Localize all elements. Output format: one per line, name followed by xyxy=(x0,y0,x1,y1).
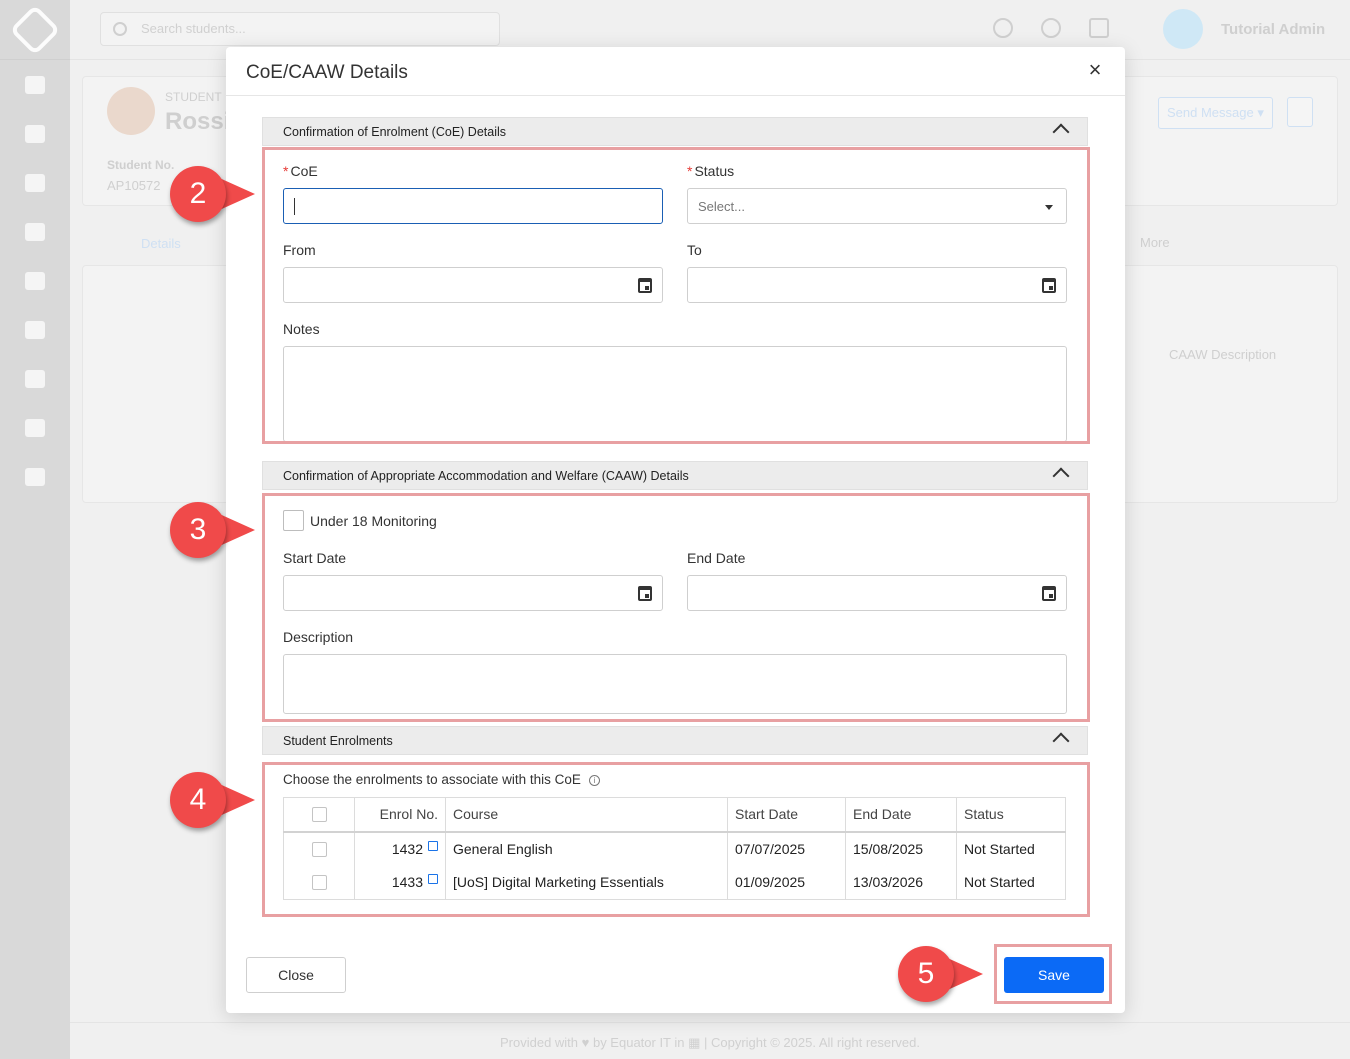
bell-icon[interactable] xyxy=(993,18,1013,38)
search-input[interactable]: Search students... xyxy=(100,12,500,46)
coe-caaw-dialog: CoE/CAAW Details × Confirmation of Enrol… xyxy=(226,47,1125,1013)
sidebar xyxy=(0,0,70,1059)
user-avatar[interactable] xyxy=(1163,9,1203,49)
callout-badge-3: 3 xyxy=(170,502,255,558)
app-logo[interactable] xyxy=(0,0,70,60)
close-icon[interactable]: × xyxy=(1085,59,1105,81)
student-label: STUDENT xyxy=(165,90,222,104)
student-name: Rossi xyxy=(165,108,231,135)
highlight-box-caaw xyxy=(262,493,1090,722)
tab-more[interactable]: More xyxy=(1140,235,1170,250)
tab-details[interactable]: Details xyxy=(141,236,181,251)
search-icon xyxy=(113,22,127,36)
help-icon[interactable] xyxy=(1041,18,1061,38)
close-button[interactable]: Close xyxy=(246,957,346,993)
callout-badge-2: 2 xyxy=(170,166,255,222)
layout-icon[interactable] xyxy=(0,256,70,305)
agents-icon[interactable] xyxy=(0,403,70,452)
highlight-box-enrolments xyxy=(262,762,1090,917)
callout-badge-5: 5 xyxy=(898,946,983,1002)
highlight-box-coe xyxy=(262,147,1090,444)
finance-icon[interactable] xyxy=(0,354,70,403)
chevron-up-icon[interactable] xyxy=(1052,467,1070,485)
student-no-label: Student No. xyxy=(107,158,175,172)
student-no-value: AP10572 xyxy=(107,178,161,193)
more-actions-button[interactable] xyxy=(1287,97,1313,127)
enrolments-section-header[interactable]: Student Enrolments xyxy=(262,726,1088,755)
footer: Provided with ♥ by Equator IT in ▦ | Cop… xyxy=(70,1022,1350,1059)
dialog-header: CoE/CAAW Details × xyxy=(226,47,1125,96)
save-button[interactable]: Save xyxy=(1004,957,1104,993)
caaw-section-header[interactable]: Confirmation of Appropriate Accommodatio… xyxy=(262,461,1088,490)
caaw-description-column: CAAW Description xyxy=(1169,347,1277,362)
briefcase-icon[interactable] xyxy=(0,305,70,354)
students-icon[interactable] xyxy=(0,109,70,158)
callout-badge-4: 4 xyxy=(170,772,255,828)
chevron-up-icon[interactable] xyxy=(1052,732,1070,750)
settings-icon[interactable] xyxy=(0,452,70,501)
student-avatar xyxy=(107,87,155,135)
courses-icon[interactable] xyxy=(0,207,70,256)
user-name[interactable]: Tutorial Admin xyxy=(1221,21,1325,38)
enrolments-icon[interactable] xyxy=(0,158,70,207)
chat-icon[interactable] xyxy=(1089,18,1109,38)
send-message-button[interactable]: Send Message ▾ xyxy=(1158,97,1273,129)
dialog-title: CoE/CAAW Details xyxy=(246,62,408,83)
chevron-up-icon[interactable] xyxy=(1052,123,1070,141)
dashboard-icon[interactable] xyxy=(0,60,70,109)
coe-section-header[interactable]: Confirmation of Enrolment (CoE) Details xyxy=(262,117,1088,146)
